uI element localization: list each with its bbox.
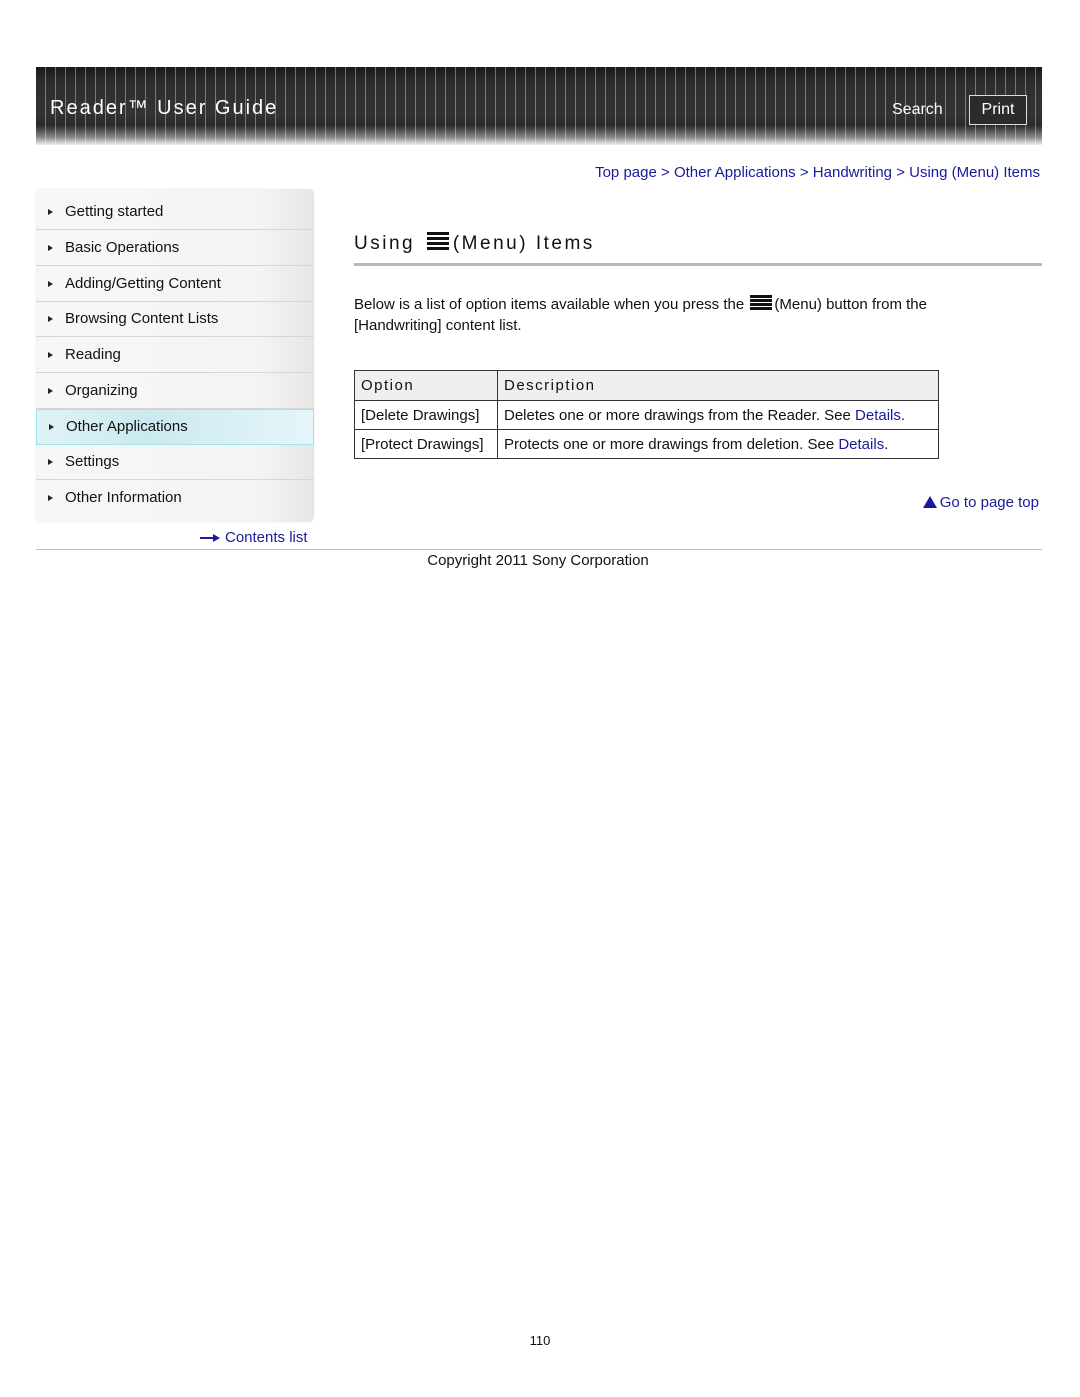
sidebar-item-other-information[interactable]: Other Information: [36, 481, 314, 516]
title-divider: [354, 263, 1042, 266]
footer-divider: [36, 549, 1042, 550]
breadcrumb-separator: >: [896, 164, 905, 181]
arrow-right-icon: [200, 534, 220, 543]
triangle-right-icon: [48, 459, 53, 465]
intro-paragraph: Below is a list of option items availabl…: [354, 294, 1014, 336]
option-cell: [Protect Drawings]: [354, 429, 498, 459]
sidebar-item-label: Getting started: [65, 203, 164, 220]
triangle-up-icon: [922, 496, 937, 508]
description-text: Protects one or more drawings from delet…: [504, 435, 839, 453]
sidebar-item-label: Organizing: [65, 382, 138, 399]
details-link[interactable]: Details: [855, 407, 901, 424]
column-header-description: Description: [497, 370, 939, 401]
sidebar-item-label: Reading: [65, 346, 121, 363]
options-table: Option Description [Delete Drawings] Del…: [354, 370, 939, 459]
page-title-prefix: Using: [354, 233, 416, 254]
sidebar-item-settings[interactable]: Settings: [36, 445, 314, 480]
table-row: [Protect Drawings] Protects one or more …: [354, 429, 939, 459]
triangle-right-icon: [48, 495, 53, 501]
breadcrumb-top-page[interactable]: Top page: [595, 164, 657, 181]
sidebar-item-getting-started[interactable]: Getting started: [36, 195, 314, 230]
option-cell: [Delete Drawings]: [354, 400, 498, 430]
table-header-row: Option Description: [354, 370, 939, 401]
triangle-right-icon: [48, 281, 53, 287]
page-number: 110: [529, 1333, 551, 1348]
triangle-right-icon: [48, 316, 53, 322]
sidebar-item-label: Browsing Content Lists: [65, 310, 219, 327]
sidebar-item-label: Settings: [65, 453, 120, 470]
details-link[interactable]: Details: [838, 436, 884, 453]
triangle-right-icon: [48, 352, 53, 358]
copyright-text: Copyright 2011 Sony Corporation: [427, 552, 649, 569]
sidebar-item-label: Other Applications: [66, 418, 188, 435]
intro-text: Below is a list of option items availabl…: [354, 296, 745, 313]
app-title: Reader™ User Guide: [50, 97, 279, 119]
breadcrumb-handwriting[interactable]: Handwriting: [813, 164, 892, 181]
sidebar-nav: Getting started Basic Operations Adding/…: [36, 189, 314, 522]
menu-icon: [426, 232, 449, 250]
go-to-page-top-link[interactable]: Go to page top: [922, 494, 1039, 511]
sidebar-item-label: Other Information: [65, 489, 182, 506]
triangle-right-icon: [48, 245, 53, 251]
punctuation: .: [884, 435, 889, 453]
contents-list-link[interactable]: Contents list: [200, 529, 308, 546]
header-banner: Reader™ User Guide Search Print: [36, 67, 1042, 145]
sidebar-item-browsing-content-lists[interactable]: Browsing Content Lists: [36, 302, 314, 337]
column-header-option: Option: [354, 370, 498, 401]
sidebar-item-organizing[interactable]: Organizing: [36, 374, 314, 409]
print-button[interactable]: Print: [969, 95, 1027, 125]
sidebar-item-label: Adding/Getting Content: [65, 275, 221, 292]
breadcrumb-separator: >: [661, 164, 670, 181]
search-button[interactable]: Search: [892, 101, 943, 119]
go-to-page-top-label: Go to page top: [939, 494, 1039, 511]
breadcrumb-current-page[interactable]: Using (Menu) Items: [909, 164, 1040, 181]
breadcrumb-other-applications[interactable]: Other Applications: [674, 164, 796, 181]
breadcrumb-separator: >: [799, 164, 809, 181]
page-title-suffix: (Menu) Items: [452, 233, 595, 254]
sidebar-item-label: Basic Operations: [65, 239, 180, 256]
triangle-right-icon: [49, 424, 54, 430]
sidebar-item-other-applications[interactable]: Other Applications: [36, 409, 314, 445]
description-cell: Deletes one or more drawings from the Re…: [497, 400, 939, 430]
description-text: Deletes one or more drawings from the Re…: [504, 406, 856, 424]
sidebar-item-reading[interactable]: Reading: [36, 338, 314, 373]
breadcrumb: Top page > Other Applications > Handwrit…: [595, 164, 1040, 181]
page-title: Using (Menu) Items: [354, 232, 595, 255]
table-row: [Delete Drawings] Deletes one or more dr…: [354, 400, 939, 430]
menu-icon: [750, 295, 773, 311]
punctuation: .: [900, 406, 906, 424]
contents-list-label: Contents list: [225, 529, 308, 546]
triangle-right-icon: [48, 209, 53, 215]
sidebar-item-adding-getting-content[interactable]: Adding/Getting Content: [36, 267, 314, 302]
description-cell: Protects one or more drawings from delet…: [497, 429, 939, 459]
triangle-right-icon: [48, 388, 53, 394]
sidebar-item-basic-operations[interactable]: Basic Operations: [36, 231, 314, 266]
